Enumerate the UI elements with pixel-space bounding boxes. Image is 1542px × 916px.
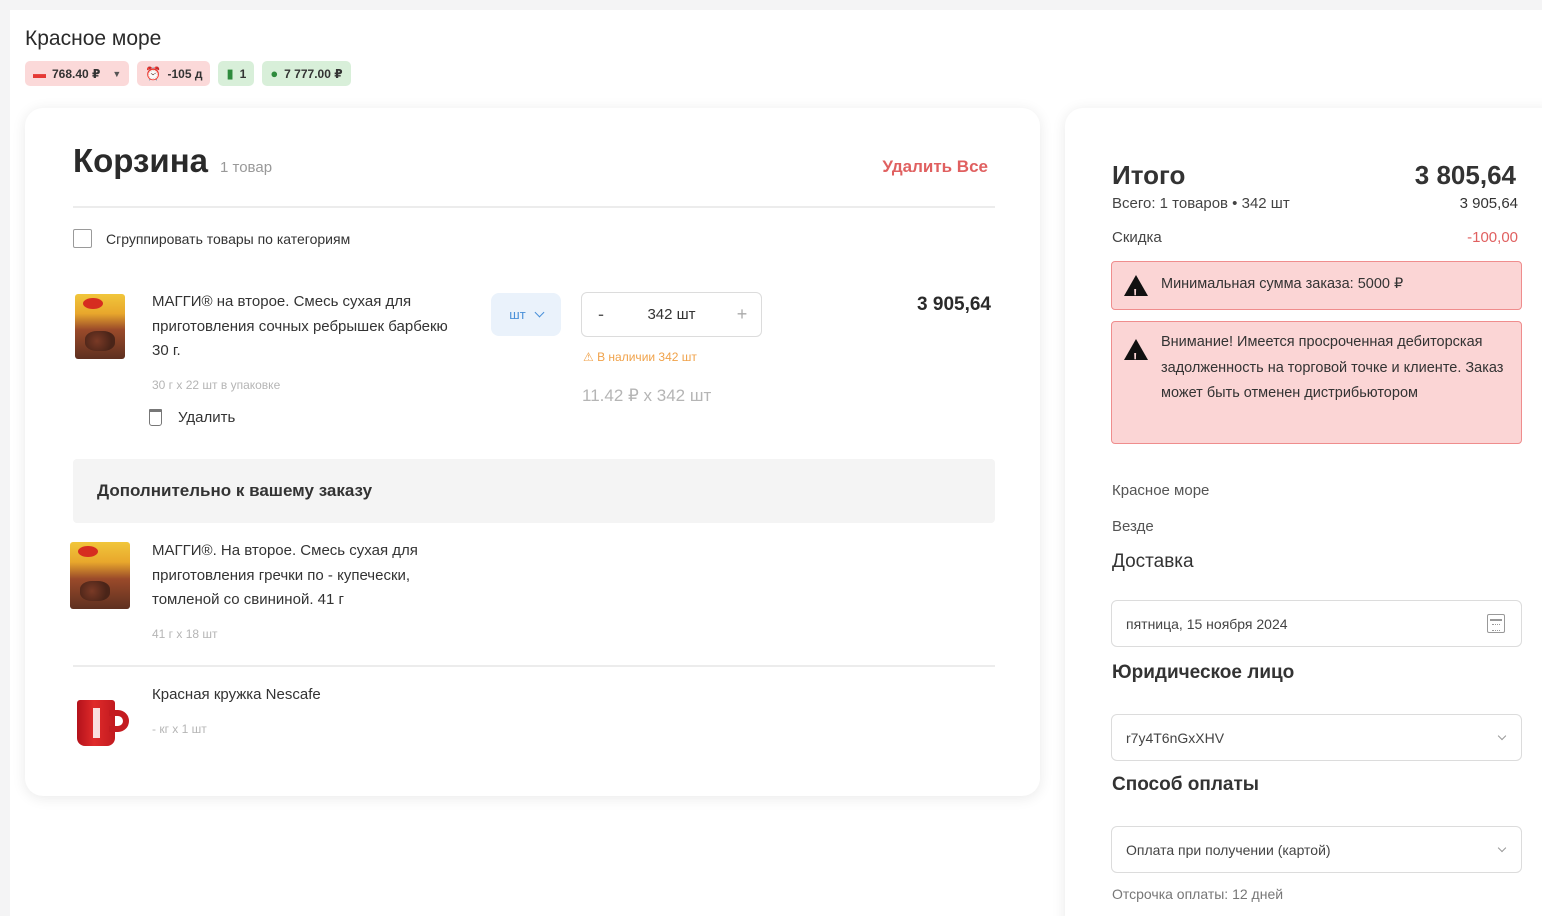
delete-item-button[interactable]: Удалить <box>149 409 235 426</box>
quantity-input[interactable]: 342 шт <box>620 306 723 323</box>
divider <box>73 665 995 667</box>
delivery-date-field[interactable]: пятница, 15 ноября 2024 <box>1111 600 1522 647</box>
subtotal-value: 3 905,64 <box>1459 195 1518 212</box>
unit-value: шт <box>509 307 526 322</box>
extra-section-title: Дополнительно к вашему заказу <box>73 459 995 523</box>
page: Красное море ▬ 768.40 ₽ ▼ ⏰ -105 д ▮ 1 ●… <box>10 10 1542 916</box>
documents-chip[interactable]: ▮ 1 <box>218 61 255 86</box>
wallet-icon: ▬ <box>33 66 46 81</box>
legal-entity-value: r7y4T6nGxXHV <box>1126 729 1225 746</box>
chevron-down-icon <box>534 307 545 318</box>
chevron-down-icon <box>1497 843 1507 852</box>
extra-product-pack: - кг х 1 шт <box>152 722 207 736</box>
payment-deferral: Отсрочка оплаты: 12 дней <box>1112 886 1284 902</box>
discount-label: Скидка <box>1112 229 1162 246</box>
legal-entity-select[interactable]: r7y4T6nGxXHV <box>1111 714 1522 761</box>
min-order-alert-text: Минимальная сумма заказа: 5000 ₽ <box>1161 276 1404 292</box>
delete-all-button[interactable]: Удалить Все <box>882 157 988 177</box>
status-chips: ▬ 768.40 ₽ ▼ ⏰ -105 д ▮ 1 ● 7 777.00 ₽ <box>25 61 351 86</box>
chevron-down-icon <box>1497 731 1507 740</box>
cart-header: Корзина 1 товар <box>73 142 272 180</box>
document-icon: ▮ <box>226 65 234 81</box>
quantity-decrease-button[interactable]: - <box>582 304 620 325</box>
delete-item-label: Удалить <box>178 409 236 426</box>
cart-count: 1 товар <box>220 159 273 176</box>
overdue-value: -105 д <box>167 66 203 81</box>
debt-alert-text: Внимание! Имеется просроченная дебиторск… <box>1161 334 1504 401</box>
alarm-icon: ⏰ <box>145 65 162 81</box>
balance-chip[interactable]: ▬ 768.40 ₽ ▼ <box>25 61 130 86</box>
chevron-down-icon: ▼ <box>112 68 122 79</box>
group-checkbox[interactable] <box>73 229 92 248</box>
quantity-increase-button[interactable]: + <box>723 304 761 325</box>
subtotal-label: Всего: 1 товаров • 342 шт <box>1112 195 1290 212</box>
divider <box>73 206 995 208</box>
delivery-title: Доставка <box>1112 551 1194 572</box>
cart-title: Корзина <box>73 142 208 179</box>
line-total: 3 905,64 <box>917 294 991 315</box>
trash-icon <box>149 409 162 426</box>
summary-zone: Везде <box>1112 518 1154 535</box>
summary-card: Итого 3 805,64 Всего: 1 товаров • 342 шт… <box>1065 108 1542 916</box>
store-title: Красное море <box>25 27 162 50</box>
credit-chip[interactable]: ● 7 777.00 ₽ <box>262 61 351 86</box>
payment-title: Способ оплаты <box>1112 774 1259 795</box>
discount-value: -100,00 <box>1467 229 1518 246</box>
cart-card: Корзина 1 товар Удалить Все Сгруппироват… <box>25 108 1040 796</box>
balance-value: 768.40 ₽ <box>52 66 101 81</box>
warning-icon <box>1124 339 1148 371</box>
money-icon: ● <box>270 66 279 81</box>
unit-select[interactable]: шт <box>491 293 561 336</box>
extra-product-image[interactable] <box>73 694 133 752</box>
group-label: Сгруппировать товары по категориям <box>106 230 351 247</box>
summary-store: Красное море <box>1112 482 1210 499</box>
payment-method-select[interactable]: Оплата при получении (картой) <box>1111 826 1522 873</box>
credit-value: 7 777.00 ₽ <box>284 66 343 81</box>
overdue-chip[interactable]: ⏰ -105 д <box>137 61 211 86</box>
summary-title: Итого <box>1112 160 1186 190</box>
mug-handle <box>109 710 129 732</box>
payment-method-value: Оплата при получении (картой) <box>1126 841 1331 858</box>
legal-entity-title: Юридическое лицо <box>1112 662 1295 683</box>
extra-product-pack: 41 г х 18 шт <box>152 627 218 641</box>
calendar-icon[interactable] <box>1487 614 1505 633</box>
warning-icon <box>1124 275 1148 307</box>
extra-product-name[interactable]: Красная кружка Nescafe <box>152 683 472 708</box>
min-order-alert: Минимальная сумма заказа: 5000 ₽ <box>1111 261 1522 310</box>
mug-logo <box>93 708 100 738</box>
group-by-category[interactable]: Сгруппировать товары по категориям <box>73 229 350 248</box>
unit-price: 11.42 ₽ x 342 шт <box>582 386 712 405</box>
delivery-date-value: пятница, 15 ноября 2024 <box>1126 615 1288 632</box>
summary-total: 3 805,64 <box>1414 160 1516 190</box>
quantity-stepper: - 342 шт + <box>581 292 762 337</box>
extra-product-image[interactable] <box>70 542 130 609</box>
product-image[interactable] <box>75 294 125 359</box>
stock-warning: ⚠ В наличии 342 шт <box>583 350 697 364</box>
debt-alert: Внимание! Имеется просроченная дебиторск… <box>1111 321 1522 444</box>
product-name[interactable]: МАГГИ® на второе. Смесь сухая для пригот… <box>152 290 467 364</box>
extra-product-name[interactable]: МАГГИ®. На второе. Смесь сухая для приго… <box>152 539 472 613</box>
documents-value: 1 <box>239 66 247 81</box>
product-pack: 30 г х 22 шт в упаковке <box>152 378 281 392</box>
